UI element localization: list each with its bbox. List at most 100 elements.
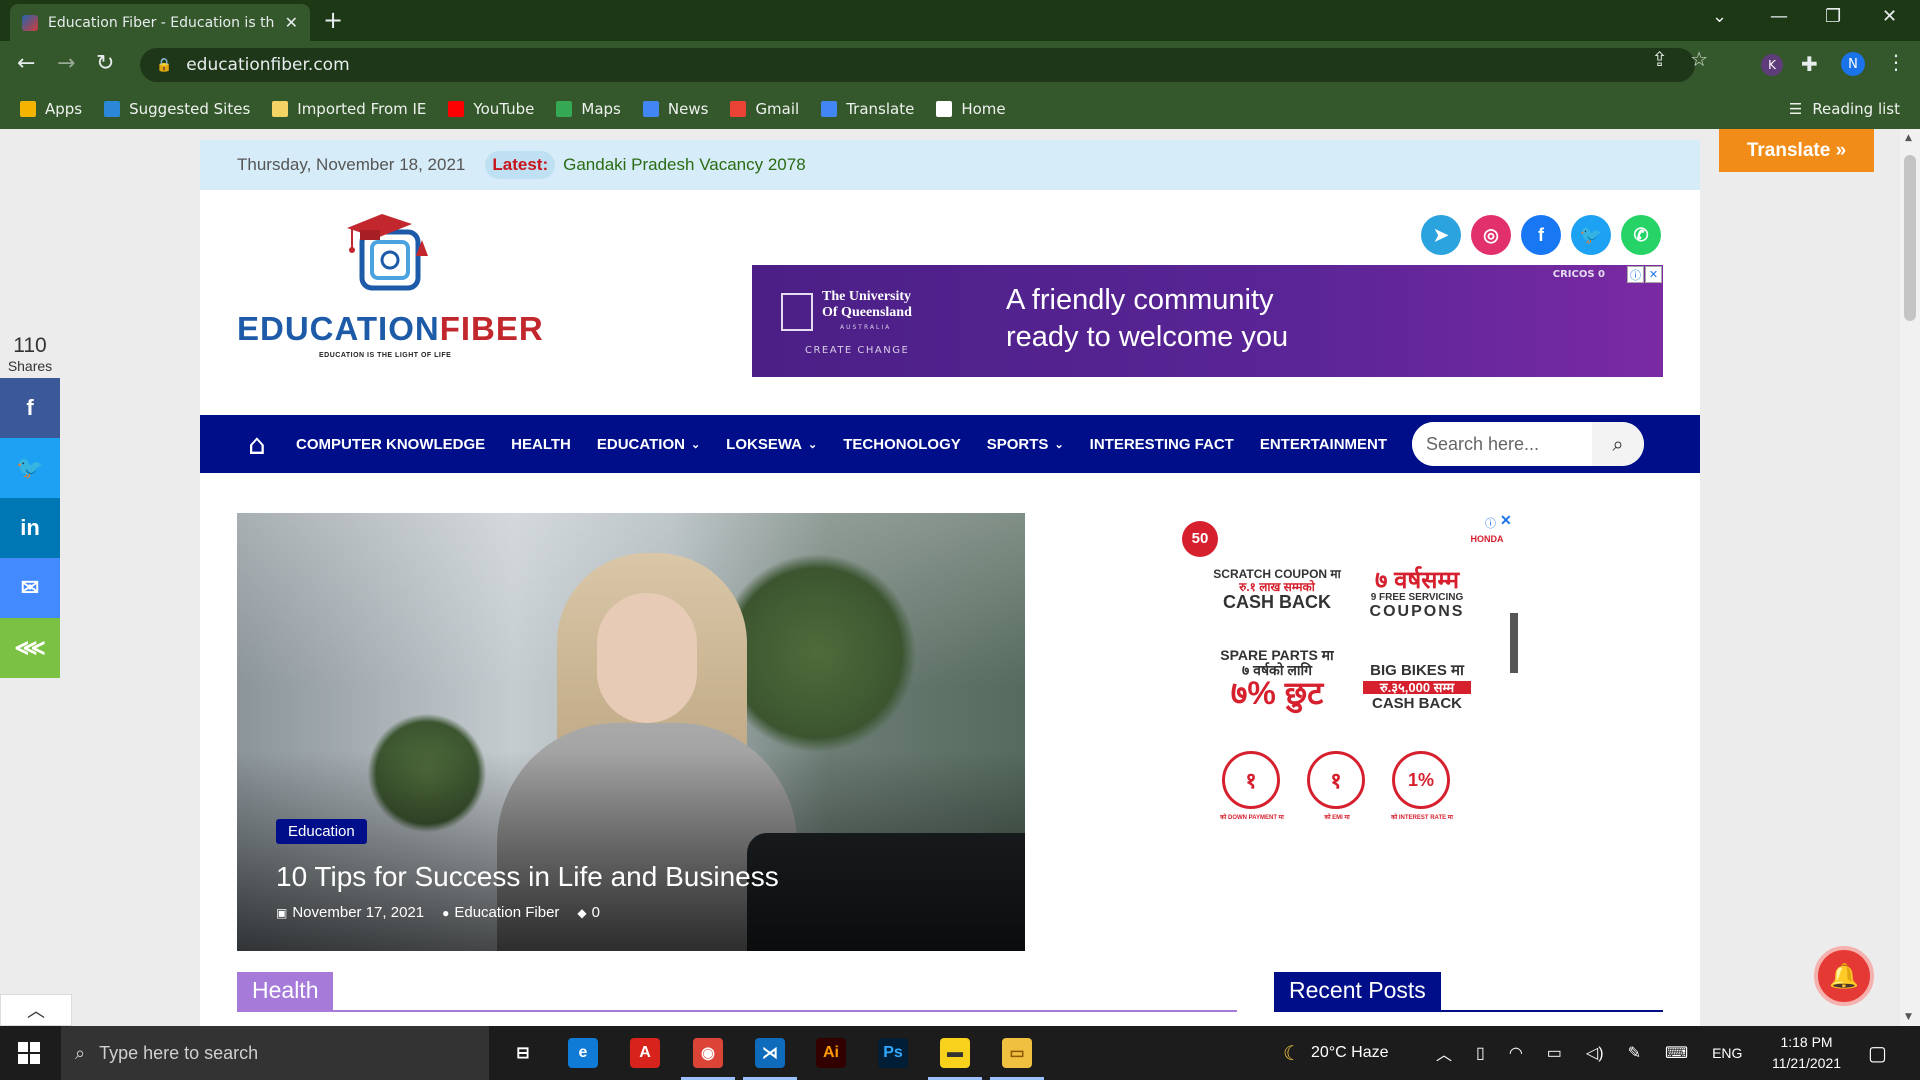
nav-item-health[interactable]: HEALTH [511, 436, 571, 453]
share-twitter-icon[interactable]: 🐦 [0, 438, 60, 498]
volume-icon[interactable]: ◁) [1586, 1043, 1604, 1063]
nav-item-techonology[interactable]: TECHONOLOGY [843, 436, 961, 453]
share-messenger-icon[interactable]: ✉ [0, 558, 60, 618]
ad-info-icon[interactable]: ⓘ [1627, 266, 1644, 283]
bookmark-star-icon[interactable]: ☆ [1690, 47, 1708, 71]
nav-item-interesting-fact[interactable]: INTERESTING FACT [1090, 436, 1234, 453]
bookmark-youtube[interactable]: YouTube [448, 100, 534, 118]
nav-item-loksewa[interactable]: LOKSEWA ⌄ [726, 436, 817, 453]
tab-close-icon[interactable]: ✕ [285, 13, 298, 32]
facebook-icon[interactable]: f [1521, 215, 1561, 255]
tray-device-icon[interactable]: ▯ [1476, 1043, 1485, 1063]
nav-item-sports[interactable]: SPORTS ⌄ [987, 436, 1064, 453]
pen-icon[interactable]: ✎ [1628, 1043, 1641, 1063]
bookmark-apps[interactable]: Apps [20, 100, 82, 118]
notifications-icon[interactable]: ▢ [1868, 1026, 1887, 1080]
address-bar[interactable]: 🔒 educationfiber.com [140, 48, 1695, 82]
scroll-down-icon[interactable]: ▼ [1905, 1012, 1912, 1022]
scroll-up-icon[interactable]: ▲ [1905, 133, 1912, 143]
minimize-icon[interactable]: — [1770, 6, 1788, 27]
profile-avatar[interactable]: N [1841, 52, 1865, 76]
wifi-icon[interactable]: ◠ [1509, 1043, 1523, 1063]
bookmark-maps[interactable]: Maps [556, 100, 621, 118]
bookmark-gmail[interactable]: Gmail [730, 100, 799, 118]
task-view-icon[interactable]: ⊟ [508, 1038, 538, 1068]
honda-50-years-badge: 50 [1182, 521, 1218, 557]
post-author[interactable]: ● Education Fiber [442, 904, 559, 921]
scrollbar-thumb[interactable] [1904, 155, 1916, 321]
home-icon[interactable]: ⌂ [248, 428, 282, 461]
reading-list-button[interactable]: ☰ Reading list [1789, 100, 1900, 118]
nav-item-education[interactable]: EDUCATION ⌄ [597, 436, 700, 453]
tab-education-fiber[interactable]: Education Fiber - Education is th ✕ [10, 4, 310, 41]
chrome-icon[interactable]: ◉ [693, 1038, 723, 1068]
new-tab-button[interactable]: + [323, 6, 343, 34]
share-collapse-chevron-icon[interactable]: ︿ [0, 994, 72, 1026]
health-section-title[interactable]: Health [237, 972, 334, 1012]
bookmark-translate[interactable]: Translate [821, 100, 914, 118]
uq-headline: A friendly community ready to welcome yo… [1006, 284, 1289, 353]
reload-icon[interactable]: ↻ [96, 51, 114, 76]
photoshop-icon[interactable]: Ps [878, 1038, 908, 1068]
bookmark-imported-from-ie[interactable]: Imported From IE [272, 100, 426, 118]
tray-chevron-icon[interactable]: ︿ [1436, 1041, 1452, 1065]
latest-news-link[interactable]: Gandaki Pradesh Vacancy 2078 [563, 155, 806, 175]
bookmarks-bar: Apps Suggested Sites Imported From IE YouTu… [0, 89, 1920, 129]
taskbar-search[interactable]: ⌕ Type here to search [61, 1026, 489, 1080]
edge-icon[interactable]: e [568, 1038, 598, 1068]
bookmark-suggested-sites[interactable]: Suggested Sites [104, 100, 250, 118]
nav-item-label: INTERESTING FACT [1089, 435, 1234, 453]
post-category-badge[interactable]: Education [276, 819, 367, 844]
bookmark-home[interactable]: Home [936, 100, 1006, 118]
share-page-icon[interactable]: ⇪ [1651, 47, 1668, 71]
close-window-icon[interactable]: ✕ [1882, 6, 1897, 27]
instagram-icon[interactable]: ◎ [1471, 215, 1511, 255]
lock-icon[interactable]: 🔒 [156, 58, 172, 73]
weather-widget[interactable]: ☾ 20°C Haze [1283, 1026, 1388, 1080]
forward-icon[interactable]: → [57, 51, 75, 76]
share-facebook-icon[interactable]: f [0, 378, 60, 438]
translate-button[interactable]: Translate » [1719, 129, 1874, 172]
extension-k-icon[interactable]: K [1761, 54, 1783, 76]
search-input[interactable] [1412, 422, 1592, 466]
vscode-icon[interactable]: ⋊ [755, 1038, 785, 1068]
featured-post[interactable]: Education 10 Tips for Success in Life an… [237, 513, 1025, 951]
post-date[interactable]: ▣ November 17, 2021 [276, 904, 424, 921]
illustrator-icon[interactable]: Ai [816, 1038, 846, 1068]
share-share-icon[interactable]: ⋘ [0, 618, 60, 678]
telegram-icon[interactable]: ➤ [1421, 215, 1461, 255]
ad-info-icon[interactable]: ⓘ [1482, 514, 1499, 531]
back-icon[interactable]: ← [17, 51, 35, 76]
browser-menu-icon[interactable]: ⋮ [1886, 50, 1906, 74]
post-title[interactable]: 10 Tips for Success in Life and Business [276, 861, 779, 893]
post-comments[interactable]: ◆ 0 [577, 904, 600, 921]
nav-item-entertainment[interactable]: ENTERTAINMENT [1260, 436, 1387, 453]
whatsapp-icon[interactable]: ✆ [1621, 215, 1661, 255]
share-linkedin-icon[interactable]: in [0, 498, 60, 558]
nav-item-computer-knowledge[interactable]: COMPUTER KNOWLEDGE [296, 436, 485, 453]
bookmark-news[interactable]: News [642, 100, 708, 118]
restore-icon[interactable]: ❐ [1825, 6, 1841, 27]
battery-icon[interactable]: ▭ [1547, 1043, 1562, 1063]
keyboard-icon[interactable]: ⌨ [1665, 1043, 1688, 1063]
tab-search-icon[interactable]: ⌄ [1712, 6, 1727, 27]
extensions-puzzle-icon[interactable]: ✚ [1801, 52, 1818, 76]
ad-close-icon[interactable]: ✕ [1500, 513, 1512, 528]
page-scrollbar[interactable]: ▲ ▼ [1900, 129, 1920, 1026]
file-explorer-icon[interactable]: ▭ [1002, 1038, 1032, 1068]
acrobat-icon[interactable]: A [630, 1038, 660, 1068]
omnibox-actions: ⇪ ☆ [1651, 47, 1708, 71]
ad-close-icon[interactable]: ✕ [1645, 266, 1662, 283]
taskbar-clock[interactable]: 1:18 PM 11/21/2021 [1772, 1032, 1841, 1074]
uq-advertisement[interactable]: The University Of Queensland AUSTRALIA C… [752, 265, 1663, 377]
honda-advertisement[interactable]: 50 HONDA ⓘ ✕ SCRATCH COUPON मा रु.१ लाख … [1172, 513, 1532, 821]
sticky-notes-icon[interactable]: ▬ [940, 1038, 970, 1068]
windows-start-icon[interactable] [18, 1042, 40, 1064]
language-indicator[interactable]: ENG [1712, 1045, 1742, 1061]
site-logo[interactable]: EDUCATIONFIBER EDUCATION IS THE LIGHT OF… [237, 214, 555, 370]
notification-bell-icon[interactable]: 🔔 [1814, 946, 1874, 1006]
bookmark-label: Home [961, 100, 1006, 118]
search-icon[interactable]: ⌕ [1592, 422, 1644, 466]
system-tray: ︿ ▯ ◠ ▭ ◁) ✎ ⌨ ENG [1436, 1026, 1742, 1080]
twitter-icon[interactable]: 🐦 [1571, 215, 1611, 255]
